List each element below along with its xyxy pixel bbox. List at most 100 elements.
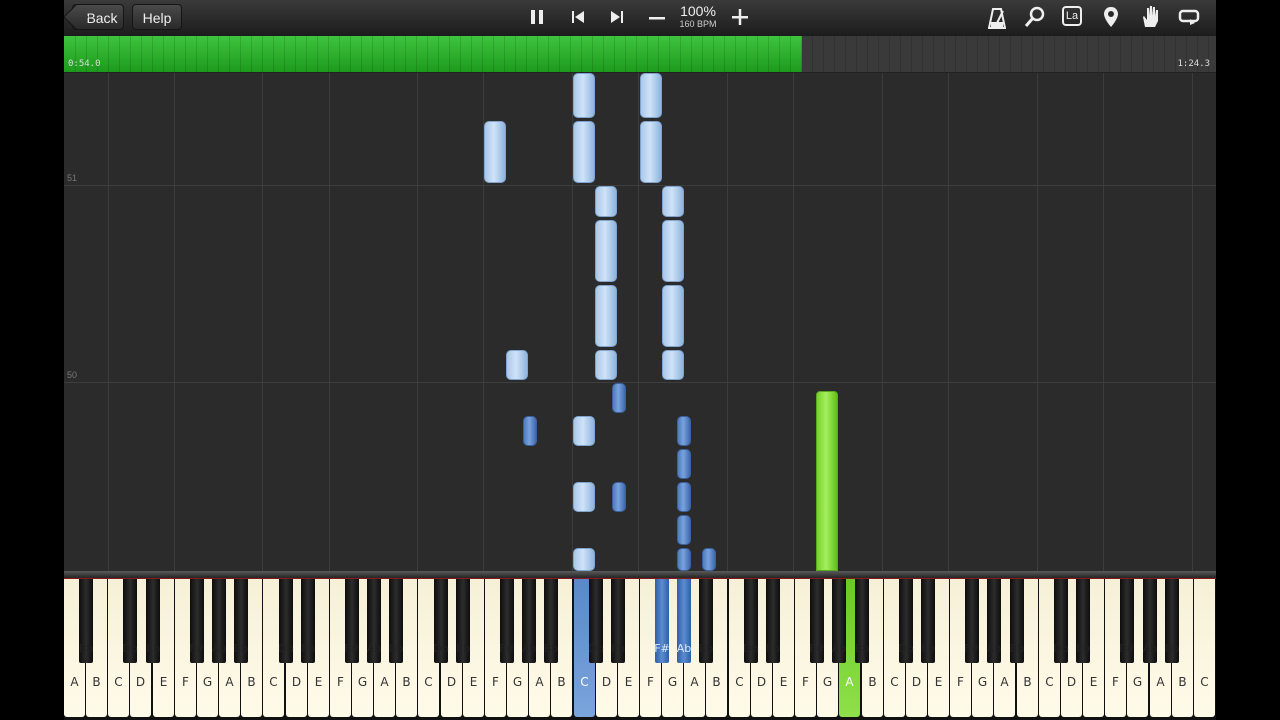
- loop-icon[interactable]: [1178, 9, 1200, 25]
- progress-tick: [1131, 36, 1132, 72]
- progress-tick: [746, 36, 747, 72]
- progress-tick: [515, 36, 516, 72]
- progress-tick: [262, 36, 263, 72]
- progress-tick: [1010, 36, 1011, 72]
- progress-tick: [493, 36, 494, 72]
- zoom-icon[interactable]: [1024, 6, 1046, 28]
- progress-tick: [482, 36, 483, 72]
- progress-tick: [900, 36, 901, 72]
- progress-tick: [647, 36, 648, 72]
- progress-tick: [317, 36, 318, 72]
- progress-tick: [999, 36, 1000, 72]
- key-label: F: [802, 675, 809, 689]
- falling-notes-area: 51 50: [64, 73, 1216, 571]
- back-button[interactable]: Back: [72, 4, 124, 30]
- progress-tick: [669, 36, 670, 72]
- progress-tick: [240, 36, 241, 72]
- progress-tick: [548, 36, 549, 72]
- progress-tick: [735, 36, 736, 72]
- progress-tick: [141, 36, 142, 72]
- piano-keyboard: ABCDEFGABCDEFGABCDEFGABCDEFGABCDEFGABCDE…: [64, 579, 1216, 720]
- progress-tick: [1076, 36, 1077, 72]
- black-key-label: F#: [1119, 642, 1135, 655]
- measure-label: 51: [67, 173, 78, 183]
- progress-tick: [658, 36, 659, 72]
- key-label: E: [934, 675, 943, 689]
- pause-icon[interactable]: [528, 8, 546, 26]
- falling-note: [573, 121, 595, 183]
- falling-note: [595, 186, 617, 217]
- key-label: A: [225, 675, 234, 689]
- black-key-label: Bb: [698, 642, 714, 655]
- falling-note: [816, 391, 838, 571]
- progress-tick: [394, 36, 395, 72]
- key-label: C: [735, 675, 744, 689]
- key-label: A: [690, 675, 699, 689]
- progress-tick: [614, 36, 615, 72]
- progress-tick: [1164, 36, 1165, 72]
- synthesia-app: Back Help 100% 160 BPM La 0:54.0 1:24.3 …: [64, 0, 1216, 720]
- key-label: A: [535, 675, 544, 689]
- key-label: A: [380, 675, 389, 689]
- progress-tick: [416, 36, 417, 72]
- progress-tick: [438, 36, 439, 72]
- hand-icon[interactable]: [1140, 5, 1160, 29]
- progress-tick: [163, 36, 164, 72]
- key-label: D: [291, 675, 302, 689]
- location-icon[interactable]: [1103, 6, 1119, 28]
- total-time: 1:24.3: [1177, 59, 1210, 69]
- help-button[interactable]: Help: [132, 4, 182, 30]
- falling-note: [677, 416, 691, 446]
- progress-tick: [284, 36, 285, 72]
- key-label: B: [92, 675, 101, 689]
- falling-note: [595, 220, 617, 282]
- progress-tick: [1043, 36, 1044, 72]
- falling-note: [573, 482, 595, 512]
- key-label: D: [446, 675, 457, 689]
- key-label: D: [911, 675, 922, 689]
- key-label: D: [756, 675, 767, 689]
- black-key-label: F#: [964, 642, 980, 655]
- falling-note: [677, 515, 691, 545]
- key-label: F: [647, 675, 654, 689]
- black-key-label: Eb: [301, 642, 315, 655]
- progress-tick: [1142, 36, 1143, 72]
- falling-note: [677, 449, 691, 479]
- progress-tick: [471, 36, 472, 72]
- key-label: F: [337, 675, 344, 689]
- skip-previous-icon[interactable]: [570, 10, 586, 24]
- progress-tick: [977, 36, 978, 72]
- key-label: E: [624, 675, 633, 689]
- current-time: 0:54.0: [68, 59, 101, 69]
- metronome-icon[interactable]: [988, 7, 1006, 29]
- progress-tick: [1098, 36, 1099, 72]
- song-progress-bar[interactable]: 0:54.0 1:24.3: [64, 36, 1216, 73]
- key-label: A: [845, 675, 854, 689]
- tempo-display: 100% 160 BPM: [674, 4, 722, 30]
- progress-tick: [207, 36, 208, 72]
- progress-tick: [834, 36, 835, 72]
- key-label: C: [580, 675, 589, 689]
- keyboard-frame: [64, 571, 1216, 579]
- skip-next-icon[interactable]: [609, 10, 625, 24]
- key-label: F: [182, 675, 189, 689]
- falling-note: [573, 416, 595, 446]
- progress-tick: [1087, 36, 1088, 72]
- key-label: E: [469, 675, 478, 689]
- white-key[interactable]: C: [1194, 579, 1215, 717]
- black-key-label: Db: [743, 642, 759, 655]
- progress-tick: [185, 36, 186, 72]
- progress-tick: [537, 36, 538, 72]
- falling-note: [595, 350, 617, 380]
- tempo-increase-button[interactable]: [731, 8, 749, 26]
- progress-tick: [218, 36, 219, 72]
- black-key-label: Bb: [1164, 642, 1180, 655]
- progress-tick: [229, 36, 230, 72]
- key-label: F: [957, 675, 964, 689]
- black-key-label: Ab: [986, 642, 1002, 655]
- progress-tick: [119, 36, 120, 72]
- progress-tick: [174, 36, 175, 72]
- note-labels-icon[interactable]: La: [1062, 6, 1082, 26]
- tempo-decrease-button[interactable]: [648, 9, 666, 27]
- key-label: G: [512, 675, 523, 689]
